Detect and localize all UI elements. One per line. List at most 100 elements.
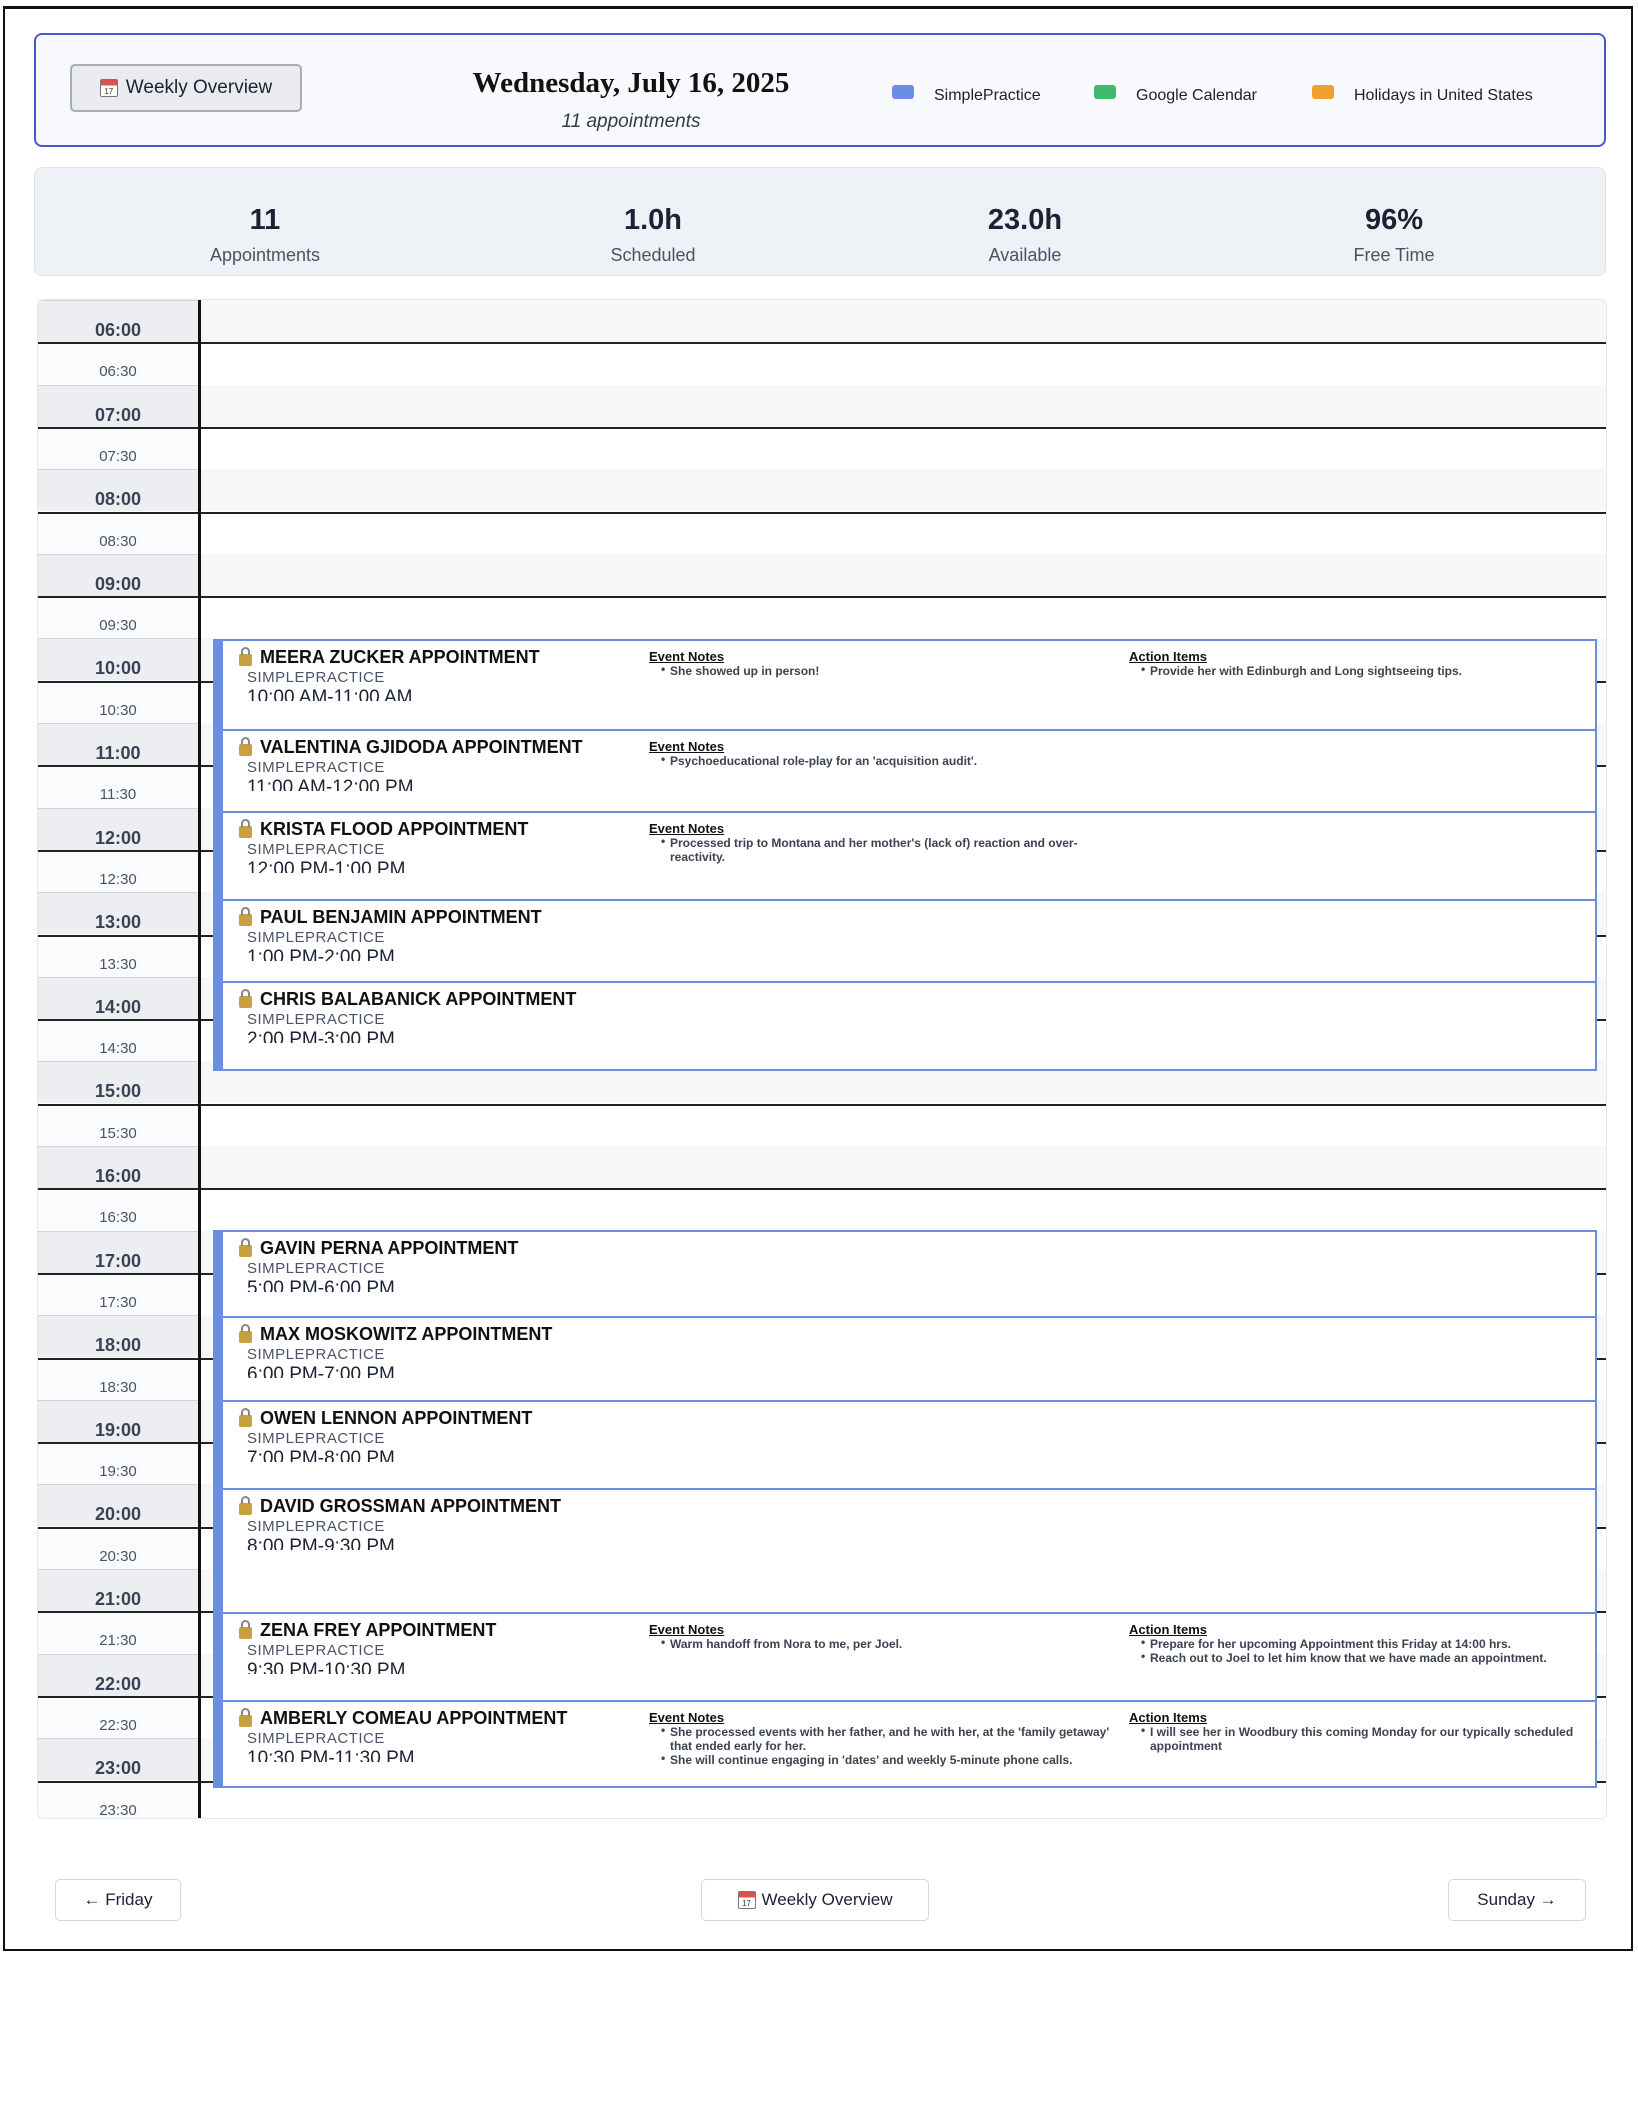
prev-day-button[interactable]: ← Friday [55,1879,181,1921]
appointment-block: GAVIN PERNA APPOINTMENT SIMPLEPRACTICE 5:0… [213,1230,1597,1788]
appointment-title: MAX MOSKOWITZ APPOINTMENT [239,1323,553,1345]
appointment-title: KRISTA FLOOD APPOINTMENT [239,818,528,840]
calendar-icon [737,1891,756,1909]
time-slot-label: 22:00 [38,1653,198,1696]
next-day-button[interactable]: Sunday → [1448,1879,1586,1921]
event-notes-item: Psychoeducational role-play for an 'acqu… [661,752,1111,768]
appointment-card[interactable]: CHRIS BALABANICK APPOINTMENT SIMPLEPRACTI… [223,981,1595,1069]
appointment-source: SIMPLEPRACTICE [247,1260,385,1277]
appointment-card[interactable]: KRISTA FLOOD APPOINTMENT SIMPLEPRACTICE 12… [223,811,1595,899]
stat-value: 1.0h [623,204,683,236]
appointment-time: 9:30 PM-10:30 PM [247,1660,406,1674]
time-slot-label: 15:00 [38,1061,198,1104]
lock-icon [239,1707,252,1727]
time-slot-label: 14:00 [38,976,198,1019]
next-day-label: Sunday → [1477,1890,1557,1909]
appointment-card[interactable]: OWEN LENNON APPOINTMENT SIMPLEPRACTICE 7:0… [223,1400,1595,1488]
appointment-card[interactable]: GAVIN PERNA APPOINTMENT SIMPLEPRACTICE 5:0… [223,1232,1595,1316]
appointment-card[interactable]: ZENA FREY APPOINTMENT SIMPLEPRACTICE 9:30 … [223,1612,1595,1700]
time-slot-cell[interactable] [201,511,1606,554]
event-notes-heading: Event Notes [649,649,725,664]
time-slot-cell[interactable] [201,342,1606,385]
appointment-time: 10:30 PM-11:30 PM [247,1748,415,1762]
appointment-title: OWEN LENNON APPOINTMENT [239,1407,532,1429]
time-slot-label: 23:30 [38,1780,198,1818]
lock-icon [239,988,252,1008]
event-notes-item: Processed trip to Montana and her mother… [661,834,1111,864]
time-slot-label: 14:30 [38,1019,198,1062]
appointment-source: SIMPLEPRACTICE [247,1730,385,1747]
day-schedule: 06:00 06:30 07:00 07:30 08:00 08:30 09:00 09:30… [37,299,1607,1819]
appointment-title: MEERA ZUCKER APPOINTMENT [239,646,540,668]
appointment-card[interactable]: AMBERLY COMEAU APPOINTMENT SIMPLEPRACTICE… [223,1700,1595,1786]
appointment-card[interactable]: VALENTINA GJIDODA APPOINTMENT SIMPLEPRACT… [223,729,1595,811]
appointment-time: 1:00 PM-2:00 PM [247,947,395,961]
lock-icon [239,1495,252,1515]
action-items-item: Prepare for her upcoming Appointment thi… [1141,1635,1581,1651]
time-slot-label: 19:00 [38,1399,198,1442]
time-slot-label: 10:00 [38,638,198,681]
weekly-overview-footer-button[interactable]: Weekly Overview [701,1879,929,1921]
stat-free-time: 96% Free Time [1284,204,1504,266]
appointment-title-text: DAVID GROSSMAN APPOINTMENT [260,1496,562,1516]
appointment-card[interactable]: DAVID GROSSMAN APPOINTMENT SIMPLEPRACTICE… [223,1488,1595,1612]
appointment-title-text: MAX MOSKOWITZ APPOINTMENT [260,1324,553,1344]
event-notes: Event NotesShe processed events with her… [649,1710,1111,1767]
time-slot-label: 12:00 [38,807,198,850]
time-slot-label: 07:00 [38,384,198,427]
appointment-card[interactable]: MEERA ZUCKER APPOINTMENT SIMPLEPRACTICE 10… [223,641,1595,729]
lock-icon [239,1237,252,1257]
event-notes: Event NotesWarm handoff from Nora to me,… [649,1622,1111,1651]
action-items-item: Reach out to Joel to let him know that w… [1141,1649,1581,1665]
appointment-time: 7:00 PM-8:00 PM [247,1448,395,1462]
time-slot-label: 09:00 [38,553,198,596]
stat-value: 11 [249,204,281,236]
weekly-overview-button[interactable]: Weekly Overview [70,64,302,112]
appointment-title: CHRIS BALABANICK APPOINTMENT [239,988,577,1010]
calendar-icon [99,79,118,97]
time-slot-cell[interactable] [201,469,1606,512]
action-items-item: Provide her with Edinburgh and Long sigh… [1141,662,1581,678]
time-slot-label: 18:30 [38,1357,198,1400]
time-slot-cell[interactable] [201,1103,1606,1146]
time-slot-cell[interactable] [201,596,1606,639]
stats-bar: 11 Appointments 1.0h Scheduled 23.0h Ava… [34,167,1606,276]
appointment-card[interactable]: PAUL BENJAMIN APPOINTMENT SIMPLEPRACTICE 1… [223,899,1595,981]
time-slot-label: 10:30 [38,680,198,723]
lock-icon [239,906,252,926]
time-slot-label: 21:30 [38,1611,198,1654]
lock-icon [239,1619,252,1639]
app-frame: Weekly Overview Wednesday, July 16, 2025… [3,6,1633,1951]
appointment-source: SIMPLEPRACTICE [247,1518,385,1535]
time-slot-cell[interactable] [201,300,1606,342]
stat-label: Scheduled [610,245,696,265]
event-notes: Event NotesProcessed trip to Montana and… [649,821,1111,864]
appointment-time: 6:00 PM-7:00 PM [247,1364,395,1378]
event-notes-item: She processed events with her father, an… [661,1723,1111,1753]
appointment-card[interactable]: MAX MOSKOWITZ APPOINTMENT SIMPLEPRACTICE 6… [223,1316,1595,1400]
time-slot-cell[interactable] [201,384,1606,427]
time-slot-label: 23:00 [38,1738,198,1781]
action-items-item: I will see her in Woodbury this coming M… [1141,1723,1581,1753]
event-notes-heading: Event Notes [649,821,725,836]
appointment-title-text: CHRIS BALABANICK APPOINTMENT [260,989,577,1009]
appointment-source: SIMPLEPRACTICE [247,1011,385,1028]
time-slot-cell[interactable] [201,553,1606,596]
time-slot-label: 11:00 [38,723,198,765]
lock-icon [239,736,252,756]
appointment-time: 11:00 AM-12:00 PM [247,777,414,791]
appointment-source: SIMPLEPRACTICE [247,929,385,946]
weekly-overview-footer-label: Weekly Overview [761,1890,893,1909]
stat-available: 23.0h Available [915,204,1135,266]
action-items-heading: Action Items [1129,649,1208,664]
event-notes-item: She showed up in person! [661,662,1111,678]
legend-label: SimplePractice [934,87,1041,104]
lock-icon [239,1407,252,1427]
time-slot-cell[interactable] [201,1188,1606,1231]
appointment-title-text: VALENTINA GJIDODA APPOINTMENT [260,737,583,757]
weekly-overview-label: Weekly Overview [125,77,273,98]
time-slot-cell[interactable] [201,1146,1606,1188]
time-slot-cell[interactable] [201,426,1606,469]
appointment-source: SIMPLEPRACTICE [247,669,385,686]
lock-icon [239,818,252,838]
